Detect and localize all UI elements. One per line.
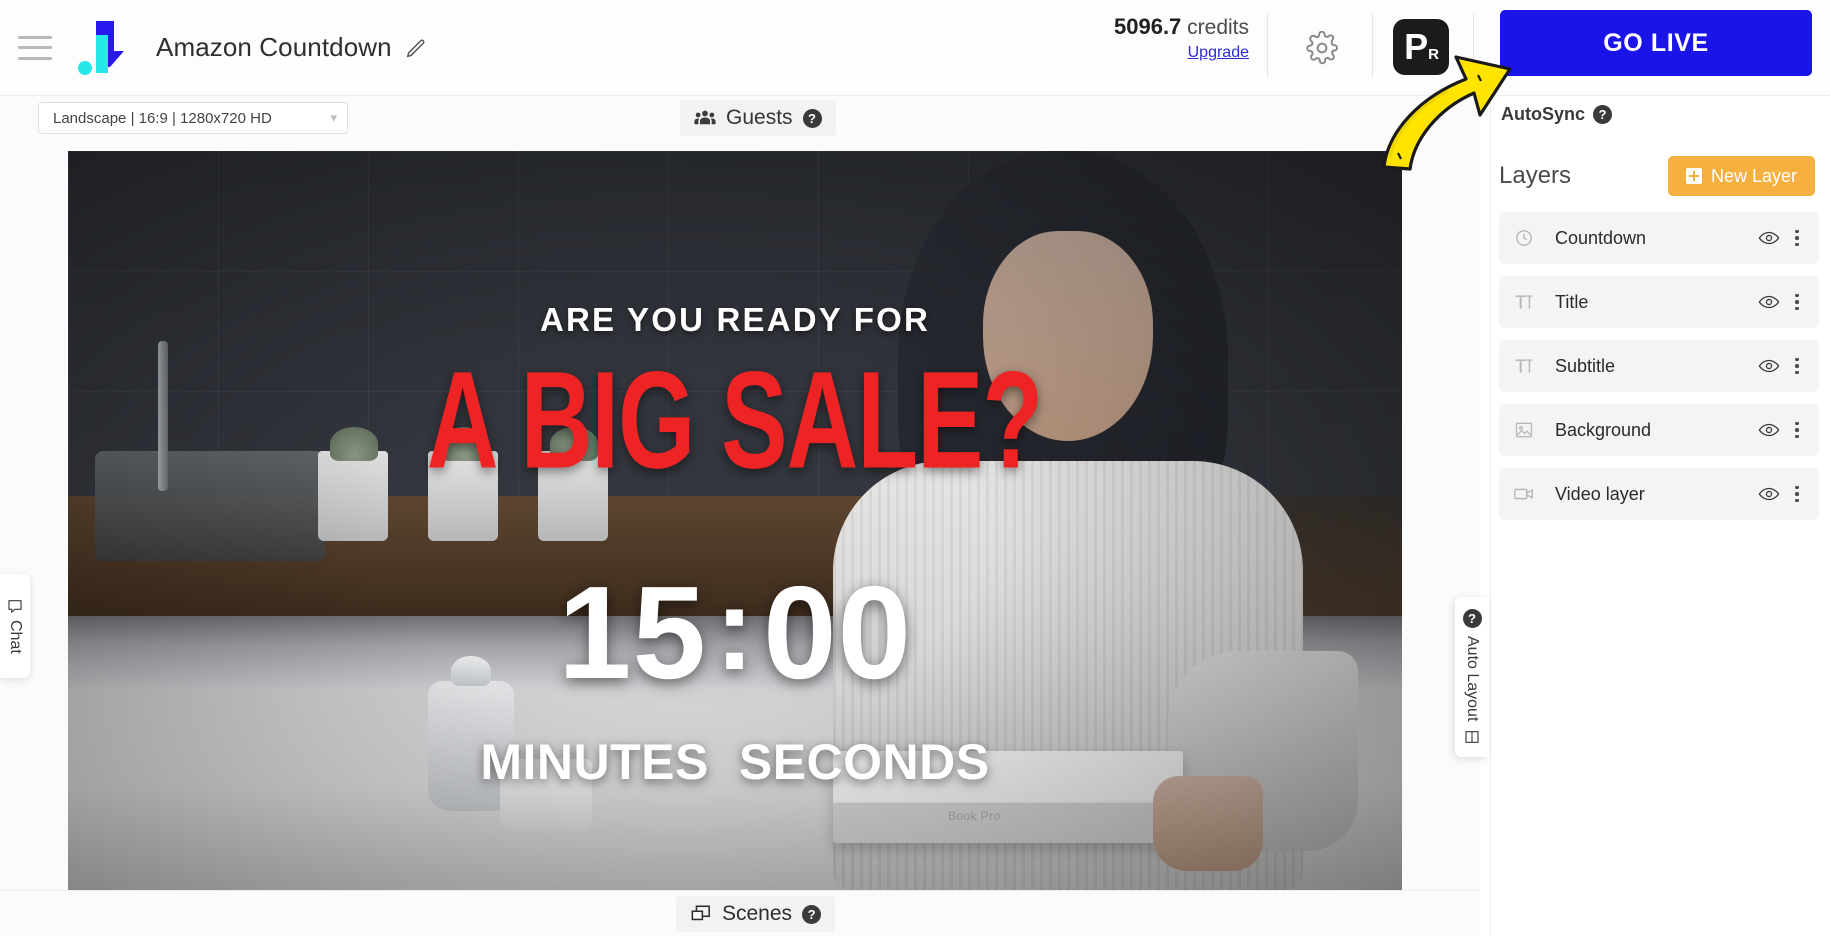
layer-list: Countdown Title Subtitle Background Vide…	[1499, 212, 1819, 532]
eye-icon[interactable]	[1757, 482, 1781, 506]
page-title: Amazon Countdown	[156, 32, 392, 62]
help-icon[interactable]: ?	[1593, 105, 1613, 124]
preview-stage[interactable]: Book Pro ARE YOU READY FOR A BIG SALE? 1…	[68, 151, 1402, 901]
avatar-initial: P	[1404, 26, 1428, 67]
divider	[1473, 14, 1474, 78]
scenes-label: Scenes	[722, 902, 793, 925]
format-select-value: Landscape | 16:9 | 1280x720 HD	[53, 109, 272, 127]
upgrade-link[interactable]: Upgrade	[1188, 44, 1249, 62]
new-layer-button[interactable]: New Layer	[1667, 156, 1815, 196]
pencil-icon[interactable]	[404, 36, 428, 60]
text-icon	[1513, 355, 1535, 377]
top-bar: Amazon Countdown 5096.7 credits Upgrade …	[0, 0, 1830, 96]
help-icon[interactable]: ?	[1462, 608, 1482, 628]
new-layer-label: New Layer	[1710, 165, 1797, 186]
autosync-row[interactable]: AutoSync ?	[1501, 104, 1613, 125]
app-logo-icon	[78, 20, 124, 75]
app-logo[interactable]	[74, 17, 134, 79]
avatar[interactable]: PR	[1393, 19, 1449, 75]
countdown-colon: :	[714, 563, 756, 695]
credits-line: 5096.7 credits	[1100, 14, 1249, 40]
bottom-bar: Scenes ?	[0, 890, 1480, 936]
layer-row-background[interactable]: Background	[1499, 404, 1819, 456]
people-icon	[694, 110, 716, 125]
more-vertical-icon[interactable]	[1787, 354, 1807, 378]
credits-block: 5096.7 credits Upgrade	[1100, 14, 1268, 78]
layers-header: Layers New Layer	[1491, 148, 1830, 204]
guests-button[interactable]: Guests ?	[680, 100, 836, 136]
scenes-icon	[691, 905, 710, 921]
help-icon[interactable]: ?	[802, 904, 822, 924]
credits-value: 5096.7	[1114, 14, 1182, 39]
eye-icon[interactable]	[1757, 354, 1781, 378]
more-vertical-icon[interactable]	[1787, 290, 1807, 314]
clock-icon	[1513, 227, 1535, 249]
gear-icon[interactable]	[1300, 26, 1344, 70]
countdown-units: MINUTES SECONDS	[480, 733, 989, 791]
hamburger-icon[interactable]	[18, 35, 52, 60]
layer-row-video-layer[interactable]: Video layer	[1499, 468, 1819, 520]
auto-layout-tab-label: Auto Layout	[1464, 635, 1481, 722]
auto-layout-tab[interactable]: ? Auto Layout	[1455, 597, 1489, 757]
subtitle-layer-text[interactable]: ARE YOU READY FOR	[540, 301, 930, 339]
layer-row-title[interactable]: Title	[1499, 276, 1819, 328]
app-root: Amazon Countdown 5096.7 credits Upgrade …	[0, 0, 1830, 936]
layer-row-countdown[interactable]: Countdown	[1499, 212, 1819, 264]
more-vertical-icon[interactable]	[1787, 418, 1807, 442]
unit-seconds: SECONDS	[738, 734, 990, 790]
text-icon	[1513, 291, 1535, 313]
right-sidebar: AutoSync ? Layers New Layer Countdown Ti…	[1490, 96, 1830, 936]
canvas-toolbar: Landscape | 16:9 | 1280x720 HD ▾ Guests …	[0, 96, 1480, 142]
layout-grid-icon	[1465, 731, 1479, 744]
layer-name: Video layer	[1555, 483, 1645, 504]
layer-name: Countdown	[1555, 227, 1647, 248]
plus-icon	[1685, 168, 1702, 184]
scenes-button[interactable]: Scenes ?	[676, 896, 836, 932]
image-icon	[1513, 419, 1535, 441]
chat-bubble-icon	[8, 600, 22, 614]
countdown-layer[interactable]: 15 : 00	[558, 567, 912, 699]
layer-row-subtitle[interactable]: Subtitle	[1499, 340, 1819, 392]
go-live-button[interactable]: GO LIVE	[1500, 10, 1812, 76]
countdown-seconds: 00	[763, 559, 912, 706]
chat-tab[interactable]: Chat	[0, 574, 30, 678]
more-vertical-icon[interactable]	[1787, 482, 1807, 506]
format-select[interactable]: Landscape | 16:9 | 1280x720 HD ▾	[38, 102, 348, 134]
layer-name: Title	[1555, 291, 1589, 312]
eye-icon[interactable]	[1757, 418, 1781, 442]
guests-label: Guests	[726, 106, 793, 129]
overlay-layers: ARE YOU READY FOR A BIG SALE? 15 : 00 MI…	[68, 151, 1402, 901]
countdown-minutes: 15	[558, 559, 707, 706]
video-icon	[1513, 483, 1535, 505]
avatar-sub: R	[1428, 46, 1439, 63]
layer-name: Background	[1555, 419, 1652, 440]
help-icon[interactable]: ?	[802, 108, 822, 128]
eye-icon[interactable]	[1757, 226, 1781, 250]
autosync-label: AutoSync	[1501, 104, 1586, 124]
unit-minutes: MINUTES	[480, 734, 709, 790]
title-layer-text[interactable]: A BIG SALE?	[427, 350, 1043, 489]
layers-title: Layers	[1499, 162, 1572, 189]
credits-label: credits	[1187, 16, 1249, 39]
chat-tab-label: Chat	[7, 620, 24, 654]
canvas-area: Book Pro ARE YOU READY FOR A BIG SALE? 1…	[0, 142, 1489, 901]
layer-name: Subtitle	[1555, 355, 1616, 376]
more-vertical-icon[interactable]	[1787, 226, 1807, 250]
eye-icon[interactable]	[1757, 290, 1781, 314]
chevron-down-icon: ▾	[330, 110, 337, 125]
divider	[1372, 14, 1373, 78]
